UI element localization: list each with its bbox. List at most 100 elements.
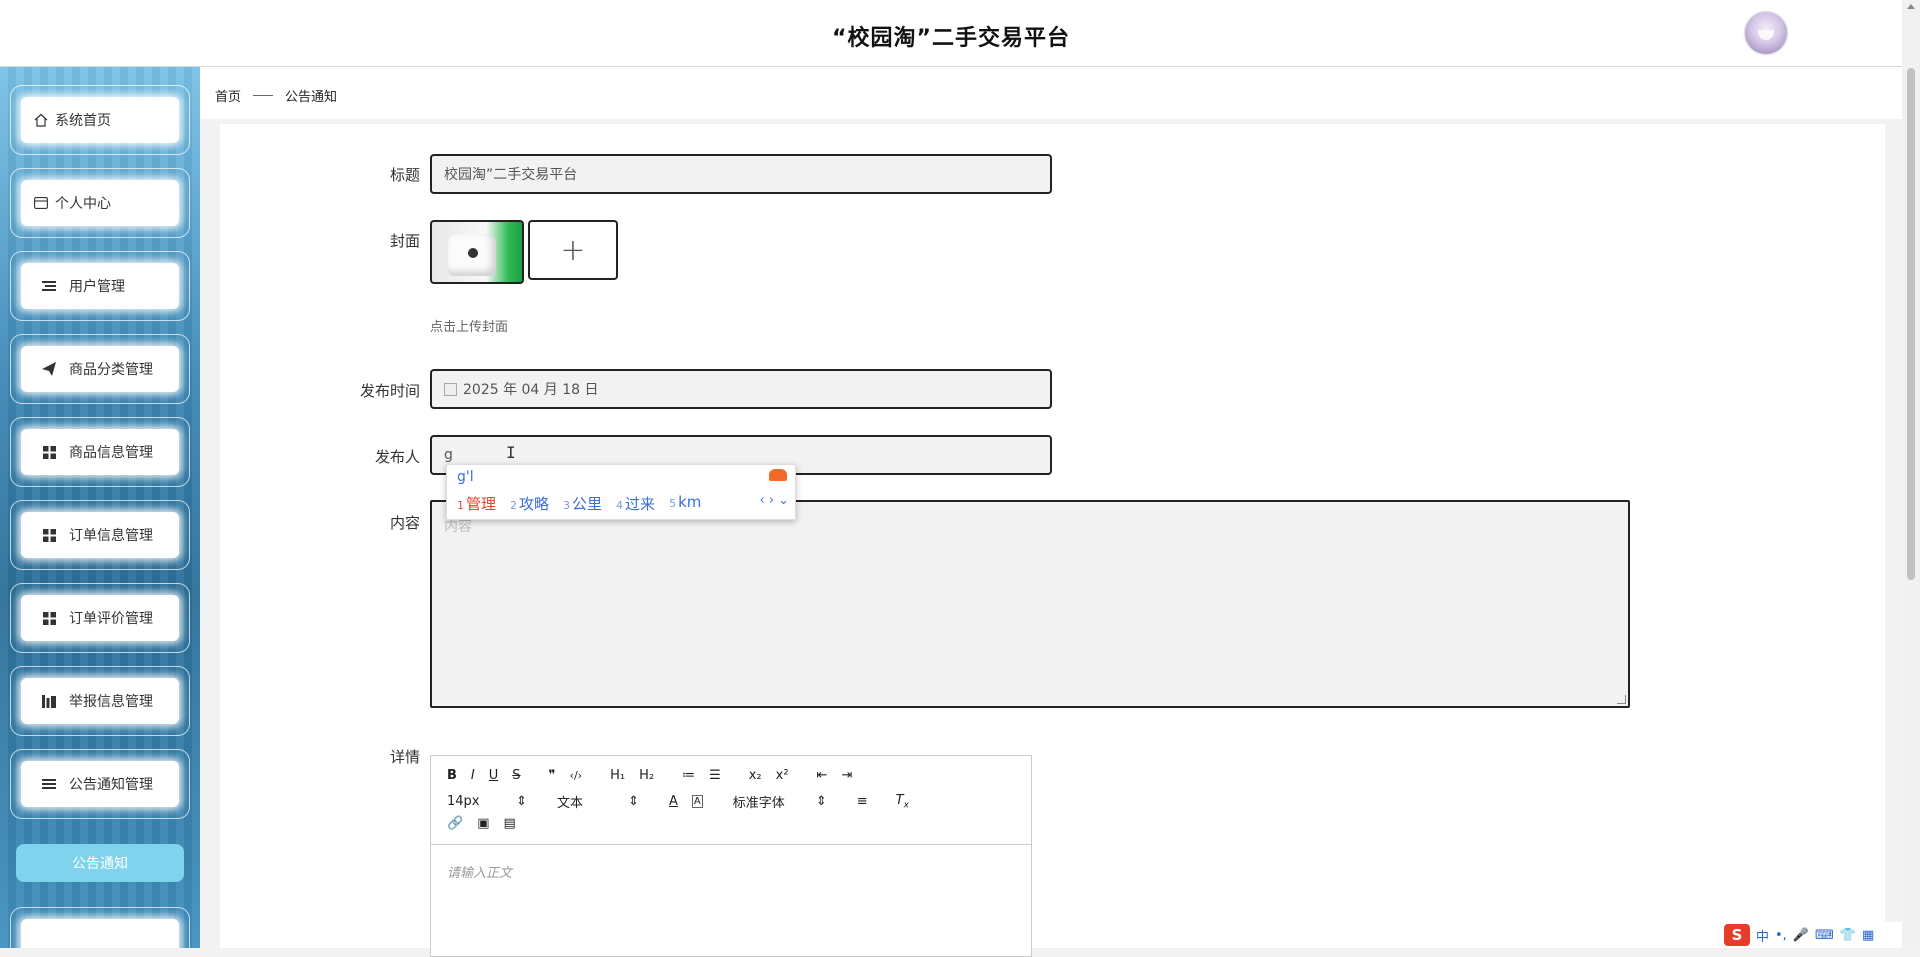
ordered-list-button[interactable]: ≔ — [682, 768, 695, 783]
font-size-select[interactable]: 14px ⇕ — [447, 794, 527, 809]
sidebar-item-label: 商品分类管理 — [69, 362, 153, 378]
select-arrows-icon: ⇕ — [628, 794, 639, 809]
sidebar-button-more[interactable] — [21, 919, 179, 948]
ime-page-nav[interactable]: ‹ › ⌄ — [759, 493, 789, 508]
title-label: 标题 — [389, 166, 420, 184]
content-textarea[interactable]: 内容 — [430, 500, 1630, 708]
sidebar-item-orders: 订单信息管理 — [10, 500, 190, 570]
editor-placeholder[interactable]: 请输入正文 — [447, 862, 512, 881]
sidebar-item-reviews: 订单评价管理 — [10, 583, 190, 653]
scroll-thumb[interactable] — [1907, 68, 1915, 580]
user-avatar[interactable] — [1745, 12, 1787, 54]
plus-icon: + — [560, 232, 586, 268]
h2-button[interactable]: H₂ — [639, 768, 654, 783]
sidebar-button-profile[interactable]: 个人中心 — [21, 180, 179, 226]
strike-button[interactable]: S — [512, 768, 520, 783]
title-input-value: 校园淘”二手交易平台 — [444, 167, 578, 183]
outdent-button[interactable]: ⇤ — [817, 768, 828, 783]
blockquote-button[interactable]: ❞ — [549, 768, 556, 783]
font-family-select[interactable]: 标准字体 ⇕ — [733, 792, 827, 811]
bold-button[interactable]: B — [447, 768, 457, 783]
top-bar: “校园淘”二手交易平台 — [0, 0, 1902, 67]
link-icon[interactable]: 🔗 — [447, 816, 463, 831]
card-icon — [33, 195, 49, 211]
title-input[interactable]: 校园淘”二手交易平台 — [430, 154, 1052, 194]
sidebar-item-label: 举报信息管理 — [69, 694, 153, 710]
breadcrumb-current: 公告通知 — [285, 90, 338, 105]
ime-candidate[interactable]: 1 管理 — [457, 493, 496, 514]
sidebar-button-home[interactable]: 系统首页 — [21, 97, 179, 143]
rice-cooker-image — [448, 234, 496, 276]
menu-icon — [41, 776, 57, 792]
align-left-icon[interactable]: ≡ — [857, 794, 868, 809]
sidebar: 系统首页 个人中心 用户管理 商品分类管理 商品信息管理 订单信息管理 订单评价… — [0, 67, 200, 948]
italic-button[interactable]: I — [471, 768, 475, 783]
indent-button[interactable]: ⇥ — [841, 768, 852, 783]
text-cursor-icon: I — [506, 443, 516, 462]
submenu-notice[interactable]: 公告通知 — [16, 844, 184, 882]
superscript-button[interactable]: x² — [776, 768, 789, 783]
skin-icon[interactable]: 👕 — [1840, 928, 1856, 943]
sidebar-button-orders[interactable]: 订单信息管理 — [21, 512, 179, 558]
sidebar-button-reviews[interactable]: 订单评价管理 — [21, 595, 179, 641]
tray-punctuation[interactable]: •, — [1775, 928, 1787, 943]
breadcrumb-home[interactable]: 首页 — [215, 86, 241, 105]
cover-image[interactable] — [430, 220, 524, 284]
ime-candidate[interactable]: 5 km — [669, 493, 701, 514]
text-style-select[interactable]: 文本 ⇕ — [557, 792, 639, 811]
ime-candidate[interactable]: 3 公里 — [563, 493, 602, 514]
publish-time-input[interactable]: 2025 年 04 月 18 日 — [430, 369, 1052, 409]
editor-divider — [431, 844, 1031, 845]
list-icon — [41, 278, 57, 294]
sidebar-item-label: 系统首页 — [55, 113, 111, 129]
app-title: “校园淘”二手交易平台 — [832, 26, 1070, 51]
breadcrumb: 首页 公告通知 — [215, 86, 337, 105]
sidebar-item-label: 用户管理 — [69, 279, 125, 295]
h1-button[interactable]: H₁ — [610, 768, 625, 783]
sidebar-item-products: 商品信息管理 — [10, 417, 190, 487]
subscript-button[interactable]: x₂ — [749, 768, 762, 783]
chart-icon — [41, 693, 57, 709]
publisher-value: g — [444, 447, 453, 463]
ime-logo-icon — [769, 469, 787, 481]
ime-candidate[interactable]: 2 攻略 — [510, 493, 549, 514]
sidebar-button-notices[interactable]: 公告通知管理 — [21, 761, 179, 807]
code-button[interactable]: ‹/› — [570, 769, 583, 782]
sidebar-button-users[interactable]: 用户管理 — [21, 263, 179, 309]
sidebar-button-category[interactable]: 商品分类管理 — [21, 346, 179, 392]
sidebar-item-category: 商品分类管理 — [10, 334, 190, 404]
scroll-up-icon[interactable] — [1907, 4, 1915, 9]
microphone-icon[interactable]: 🎤 — [1793, 928, 1809, 943]
toolbox-icon[interactable]: ▦ — [1862, 928, 1874, 943]
editor-toolbar-row-1: B I U S ❞ ‹/› H₁ H₂ ≔ ☰ x₂ x² ⇤ ⇥ — [447, 768, 866, 783]
sidebar-item-home: 系统首页 — [10, 85, 190, 155]
cover-hint: 点击上传封面 — [430, 320, 509, 335]
sogou-logo-icon[interactable]: S — [1724, 924, 1750, 946]
background-color-icon[interactable]: A — [691, 795, 703, 808]
resize-grip-icon[interactable] — [1617, 695, 1626, 704]
grid-icon — [41, 527, 57, 543]
sidebar-button-products[interactable]: 商品信息管理 — [21, 429, 179, 475]
font-color-icon[interactable]: A — [669, 794, 678, 809]
video-icon[interactable]: ▤ — [503, 816, 515, 831]
underline-button[interactable]: U — [489, 768, 499, 783]
sidebar-item-notices: 公告通知管理 — [10, 749, 190, 819]
bullet-list-button[interactable]: ☰ — [709, 768, 721, 783]
cover-upload-button[interactable]: + — [528, 220, 618, 280]
ime-composition: g'l — [457, 469, 474, 485]
sidebar-item-users: 用户管理 — [10, 251, 190, 321]
clear-format-icon[interactable]: Tx — [896, 793, 909, 811]
breadcrumb-separator — [253, 95, 274, 96]
sidebar-button-reports[interactable]: 举报信息管理 — [21, 678, 179, 724]
keyboard-icon[interactable]: ⌨ — [1815, 928, 1834, 943]
sidebar-item-more — [10, 907, 190, 948]
details-label: 详情 — [389, 748, 420, 766]
image-icon[interactable]: ▣ — [477, 816, 489, 831]
ime-tray: S 中 •, 🎤 ⌨ 👕 ▦ — [1718, 922, 1902, 948]
sidebar-item-label: 个人中心 — [55, 196, 111, 212]
tray-chinese-mode[interactable]: 中 — [1756, 926, 1769, 945]
publish-time-label: 发布时间 — [359, 382, 420, 400]
page-scrollbar[interactable] — [1902, 0, 1920, 948]
ime-candidate[interactable]: 4 过来 — [616, 493, 655, 514]
ime-candidate-list: 1 管理 2 攻略 3 公里 4 过来 5 km — [457, 493, 701, 514]
